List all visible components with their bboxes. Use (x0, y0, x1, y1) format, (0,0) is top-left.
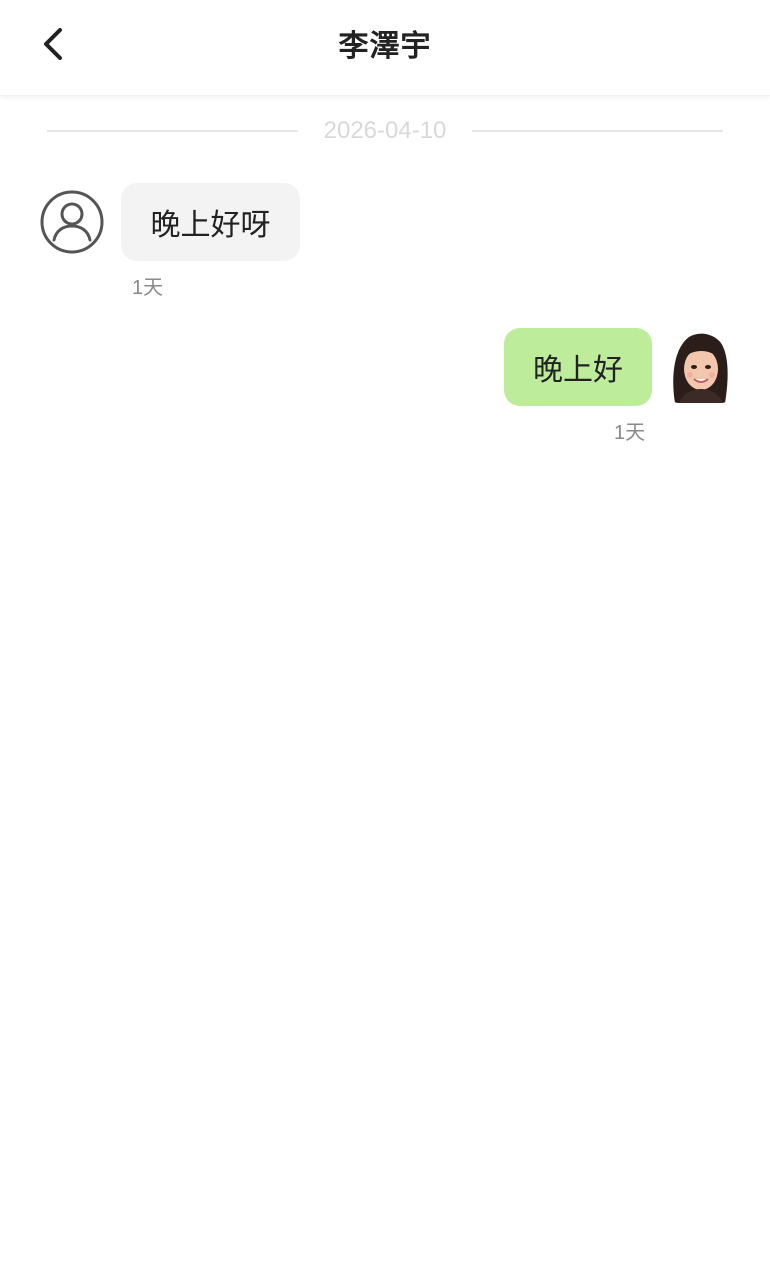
contact-avatar[interactable] (40, 190, 104, 254)
divider-line-left (47, 130, 298, 132)
chat-header: 李澤宇 (0, 0, 770, 96)
message-bubble-received[interactable]: 晚上好呀 (121, 183, 300, 261)
date-divider: 2026-04-10 (47, 112, 724, 150)
user-avatar[interactable] (667, 329, 733, 403)
message-time: 1天 (132, 277, 164, 299)
divider-line-right (472, 130, 724, 132)
message-time: 1天 (614, 422, 646, 444)
user-outline-icon (40, 190, 104, 254)
page-title: 李澤宇 (338, 29, 432, 64)
date-label: 2026-04-10 (323, 117, 447, 144)
user-photo (667, 329, 733, 403)
message-bubble-sent[interactable]: 晚上好 (504, 328, 652, 406)
